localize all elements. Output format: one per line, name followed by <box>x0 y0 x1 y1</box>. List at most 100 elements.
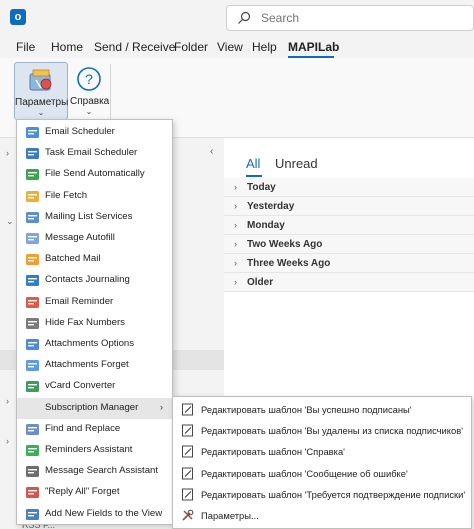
menu-help[interactable]: Help <box>252 40 277 54</box>
menu-mapilab[interactable]: MAPILab <box>288 40 339 54</box>
submenu-item-label: Редактировать шаблон 'Требуется подтверж… <box>201 488 466 500</box>
help-label: Справка <box>70 96 110 107</box>
chevron-right-icon: › <box>234 277 237 287</box>
menu-item-batched-mail[interactable]: Batched Mail <box>17 249 172 270</box>
tab-unread[interactable]: Unread <box>275 156 318 171</box>
menu-item-label: Attachments Forget <box>45 359 129 371</box>
menu-item-label: Mailing List Services <box>45 210 133 222</box>
message-search-icon <box>26 466 39 478</box>
menu-item-label: Message Search Assistant <box>45 465 159 477</box>
search-input[interactable] <box>261 9 461 27</box>
template-icon <box>182 424 193 437</box>
ribbon-separator <box>110 64 111 126</box>
settings-button[interactable]: Параметры ⌄ <box>14 62 68 120</box>
add-fields-icon <box>26 508 39 520</box>
group-header-yesterday[interactable]: › Yesterday <box>224 197 474 216</box>
edit-template-item[interactable]: Редактировать шаблон 'Сообщение об ошибк… <box>173 463 471 484</box>
menu-item-attachments-options[interactable]: Attachments Options <box>17 334 172 355</box>
menu-item-add-new-fields-to-the-view[interactable]: Add New Fields to the View <box>17 504 172 525</box>
chevron-right-icon: › <box>234 201 237 211</box>
expand-arrow-icon[interactable]: › <box>6 436 9 446</box>
message-groups: › Today › Yesterday › Monday › Two Weeks Ago… <box>224 178 474 292</box>
menu-item-label: Task Email Scheduler <box>45 147 138 159</box>
menu-item-label: Hide Fax Numbers <box>45 316 125 328</box>
reminder-icon <box>26 296 39 308</box>
task-calendar-icon <box>26 148 39 160</box>
autofill-icon <box>26 233 39 244</box>
edit-template-item[interactable]: Редактировать шаблон 'Требуется подтверж… <box>173 484 471 505</box>
contacts-journal-icon <box>26 275 39 287</box>
group-header-three-weeks-ago[interactable]: › Three Weeks Ago <box>224 254 474 273</box>
find-replace-icon <box>26 423 39 435</box>
template-icon <box>182 445 193 458</box>
chevron-down-icon: ⌄ <box>85 107 93 116</box>
edit-template-item[interactable]: Редактировать шаблон 'Справка' <box>173 441 471 462</box>
template-icon <box>182 403 193 416</box>
menu-item-message-search-assistant[interactable]: Message Search Assistant <box>17 461 172 482</box>
menu-item-find-and-replace[interactable]: Find and Replace <box>17 419 172 440</box>
chevron-right-icon: › <box>234 182 237 192</box>
menu-item-task-email-scheduler[interactable]: Task Email Scheduler <box>17 143 172 164</box>
edit-template-item[interactable]: Редактировать шаблон 'Вы успешно подписа… <box>173 399 471 420</box>
chevron-right-icon: › <box>160 401 163 412</box>
menu-item-label: Batched Mail <box>45 253 101 265</box>
template-icon <box>182 488 193 501</box>
menu-item-subscription-manager[interactable]: Subscription Manager › <box>17 397 172 419</box>
menu-folder[interactable]: Folder <box>174 40 208 54</box>
mailing-list-icon <box>26 211 39 223</box>
menu-view[interactable]: View <box>217 40 243 54</box>
group-label: Three Weeks Ago <box>247 258 331 269</box>
settings-icon <box>29 69 52 91</box>
submenu-item-label: Редактировать шаблон 'Справка' <box>201 446 345 458</box>
group-label: Two Weeks Ago <box>247 239 323 250</box>
menu-item-file-send-automatically[interactable]: File Send Automatically <box>17 164 172 185</box>
search-box[interactable] <box>226 5 474 31</box>
expand-arrow-icon[interactable]: › <box>6 148 9 158</box>
group-header-older[interactable]: › Older <box>224 273 474 292</box>
menu-home[interactable]: Home <box>51 40 83 54</box>
help-button[interactable]: ? Справка ⌄ <box>70 62 110 120</box>
group-header-today[interactable]: › Today <box>224 178 474 197</box>
svg-text:?: ? <box>85 71 93 87</box>
menu-item-label: Find and Replace <box>45 422 121 434</box>
menu-item-hide-fax-numbers[interactable]: Hide Fax Numbers <box>17 313 172 334</box>
menu-item-label: Email Scheduler <box>45 126 115 137</box>
menu-item-file-fetch[interactable]: File Fetch <box>17 186 172 207</box>
menu-item-label: File Send Automatically <box>45 168 145 180</box>
menu-item-label: Add New Fields to the View <box>45 507 163 519</box>
menu-item-message-autofill[interactable]: Message Autofill <box>17 228 172 249</box>
submenu-item-label: Параметры... <box>201 510 259 521</box>
menu-item-reminders-assistant[interactable]: Reminders Assistant <box>17 440 172 461</box>
expand-arrow-icon[interactable]: › <box>6 396 9 406</box>
collapse-pane-icon[interactable]: ‹ <box>210 146 213 157</box>
batched-mail-icon <box>26 254 39 266</box>
mapilab-dropdown-menu: Email Scheduler Task Email Scheduler File … <box>16 119 173 525</box>
file-fetch-icon <box>26 190 39 202</box>
menu-item-email-scheduler[interactable]: Email Scheduler <box>17 122 172 143</box>
menu-item-mailing-list-services[interactable]: Mailing List Services <box>17 207 172 228</box>
help-icon: ? <box>77 67 101 91</box>
edit-template-item[interactable]: Редактировать шаблон 'Вы удалены из спис… <box>173 420 471 441</box>
menu-item-vcard-converter[interactable]: vCard Converter <box>17 376 172 397</box>
menu-item-label: Subscription Manager <box>45 401 139 413</box>
menu-send-receive[interactable]: Send / Receive <box>94 40 175 54</box>
subscription-settings-item[interactable]: Параметры... <box>173 505 471 526</box>
menu-item-email-reminder[interactable]: Email Reminder <box>17 292 172 313</box>
menu-file[interactable]: File <box>16 40 35 54</box>
group-header-monday[interactable]: › Monday <box>224 216 474 235</box>
menu-item-reply-all-forget[interactable]: "Reply All" Forget <box>17 482 172 503</box>
file-send-icon <box>26 169 39 181</box>
menu-item-label: Reminders Assistant <box>45 444 133 455</box>
tab-all[interactable]: All <box>246 156 260 171</box>
menu-item-attachments-forget[interactable]: Attachments Forget <box>17 355 172 376</box>
attachment-forget-icon <box>26 360 39 372</box>
menu-item-contacts-journaling[interactable]: Contacts Journaling <box>17 270 172 291</box>
group-header-two-weeks-ago[interactable]: › Two Weeks Ago <box>224 235 474 254</box>
settings-label: Параметры <box>15 97 69 108</box>
reply-all-icon <box>26 487 39 499</box>
subscription-manager-submenu: Редактировать шаблон 'Вы успешно подписа… <box>172 396 472 529</box>
expand-arrow-icon[interactable]: ⌄ <box>6 216 14 227</box>
search-icon <box>238 11 251 24</box>
chevron-down-icon: ⌄ <box>37 108 45 117</box>
menu-item-label: File Fetch <box>45 189 88 201</box>
